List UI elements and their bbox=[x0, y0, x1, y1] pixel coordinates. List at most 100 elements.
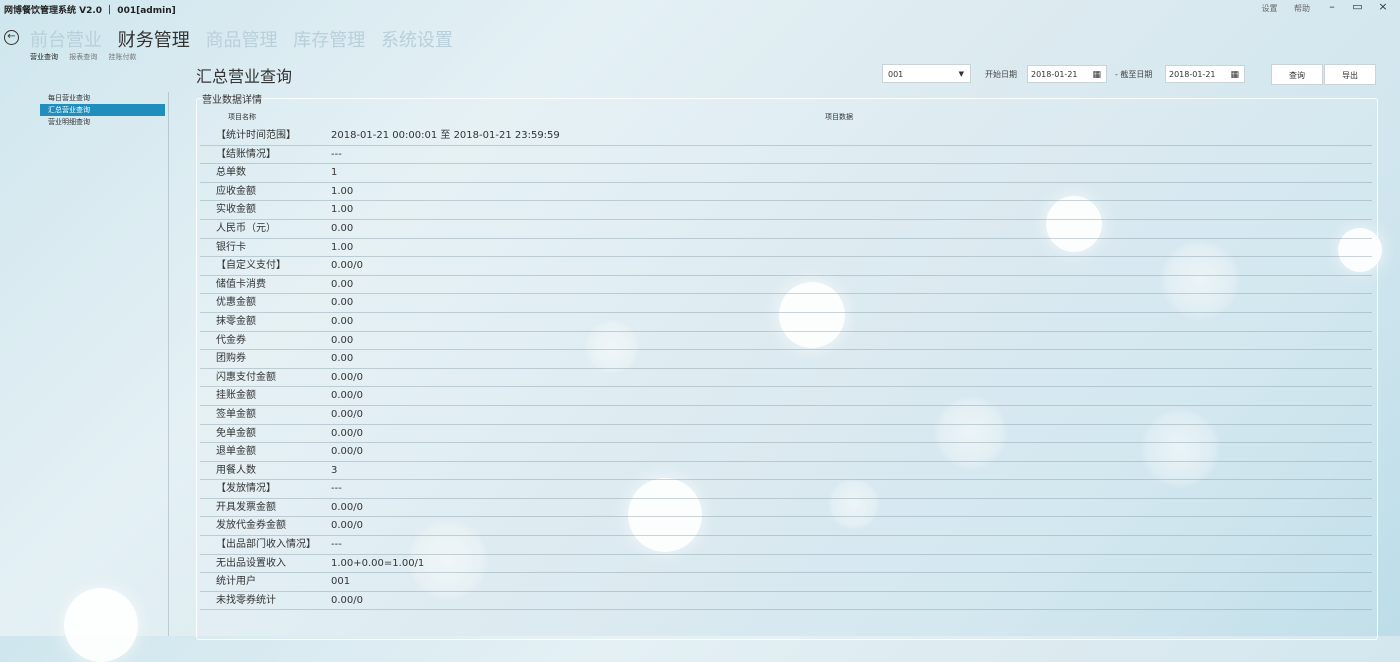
sidebar-item-detail[interactable]: 营业明细查询 bbox=[40, 116, 165, 128]
table-row: 统计用户 001 bbox=[200, 573, 1372, 592]
bokeh-decoration bbox=[64, 588, 138, 662]
main-tab-settings[interactable]: 系统设置 bbox=[381, 30, 453, 51]
window-controls: – ▭ × bbox=[1321, 0, 1394, 13]
row-item-value: --- bbox=[331, 148, 342, 160]
main-tab-inventory[interactable]: 库存管理 bbox=[293, 30, 365, 51]
column-header-value: 项目数据 bbox=[825, 113, 853, 121]
table-row: 【发放情况】 --- bbox=[200, 480, 1372, 499]
row-item-name: 退单金额 bbox=[216, 446, 256, 458]
table-row: 闪惠支付金额 0.00/0 bbox=[200, 369, 1372, 388]
sidebar: 每日营业查询 汇总营业查询 营业明细查询 bbox=[40, 92, 165, 128]
calendar-icon[interactable]: ▦ bbox=[1092, 66, 1101, 84]
main-tab-products[interactable]: 商品管理 bbox=[205, 30, 277, 51]
row-item-value: 0.00/0 bbox=[331, 446, 363, 458]
row-item-value: --- bbox=[331, 539, 342, 551]
table-row: 优惠金额 0.00 bbox=[200, 294, 1372, 313]
row-item-name: 用餐人数 bbox=[216, 464, 256, 476]
main-tab-finance[interactable]: 财务管理 bbox=[118, 30, 190, 51]
row-item-value: 0.00/0 bbox=[331, 501, 363, 513]
row-item-value: 3 bbox=[331, 464, 338, 476]
row-item-value: 0.00/0 bbox=[331, 408, 363, 420]
table-row: 免单金额 0.00/0 bbox=[200, 425, 1372, 444]
row-item-name: 抹零金额 bbox=[216, 315, 256, 327]
row-item-name: 【发放情况】 bbox=[216, 483, 276, 495]
row-item-name: 人民币（元） bbox=[216, 222, 276, 234]
chevron-down-icon: ▼ bbox=[958, 70, 964, 78]
row-item-value: 0.00/0 bbox=[331, 427, 363, 439]
column-header-name: 项目名称 bbox=[228, 113, 256, 121]
settings-link[interactable]: 设置 bbox=[1261, 4, 1277, 13]
store-select[interactable]: 001 ▼ bbox=[882, 64, 971, 83]
row-item-value: 0.00/0 bbox=[331, 371, 363, 383]
calendar-icon[interactable]: ▦ bbox=[1230, 66, 1239, 84]
row-item-value: 2018-01-21 00:00:01 至 2018-01-21 23:59:5… bbox=[331, 130, 560, 141]
table-row: 无出品设置收入 1.00+0.00=1.00/1 bbox=[200, 555, 1372, 574]
row-item-value: 001 bbox=[331, 576, 351, 588]
table-row: 团购券 0.00 bbox=[200, 350, 1372, 369]
sub-tab-report-query[interactable]: 报表查询 bbox=[69, 53, 97, 61]
row-item-name: 【统计时间范围】 bbox=[216, 130, 296, 141]
row-item-name: 【结账情况】 bbox=[216, 148, 276, 160]
sub-tab-sales-query[interactable]: 营业查询 bbox=[30, 53, 58, 61]
table-header: 项目名称 项目数据 bbox=[200, 112, 1372, 124]
end-date-value: 2018-01-21 bbox=[1169, 70, 1216, 79]
start-date-field[interactable]: 2018-01-21 ▦ bbox=[1027, 65, 1107, 83]
start-date-value: 2018-01-21 bbox=[1031, 70, 1078, 79]
sidebar-item-daily[interactable]: 每日营业查询 bbox=[40, 92, 165, 104]
row-item-name: 【自定义支付】 bbox=[216, 260, 286, 272]
row-item-name: 储值卡消费 bbox=[216, 278, 266, 290]
table-row: 用餐人数 3 bbox=[200, 462, 1372, 481]
sub-tab-credit-payment[interactable]: 挂账付款 bbox=[108, 53, 136, 61]
table-row: 代金券 0.00 bbox=[200, 332, 1372, 351]
back-arrow-icon[interactable]: ← bbox=[4, 30, 19, 45]
row-item-value: 1.00 bbox=[331, 185, 354, 197]
close-icon[interactable]: × bbox=[1372, 0, 1394, 13]
row-item-name: 实收金额 bbox=[216, 204, 256, 216]
table-row: 退单金额 0.00/0 bbox=[200, 443, 1372, 462]
row-item-value: 0.00/0 bbox=[331, 594, 363, 606]
row-item-name: 未找零券统计 bbox=[216, 594, 276, 606]
app-title: 网博餐饮管理系统 V2.0 ｜ 001[admin] bbox=[4, 6, 176, 16]
row-item-value: 0.00/0 bbox=[331, 390, 363, 402]
row-item-value: 0.00/0 bbox=[331, 520, 363, 532]
table-row: 【统计时间范围】 2018-01-21 00:00:01 至 2018-01-21… bbox=[200, 127, 1372, 146]
end-date-field[interactable]: 2018-01-21 ▦ bbox=[1165, 65, 1245, 83]
minimize-icon[interactable]: – bbox=[1321, 0, 1343, 13]
table-row: 银行卡 1.00 bbox=[200, 239, 1372, 258]
row-item-name: 总单数 bbox=[216, 167, 246, 179]
sidebar-item-summary[interactable]: 汇总营业查询 bbox=[40, 104, 165, 116]
data-table: 【统计时间范围】 2018-01-21 00:00:01 至 2018-01-21… bbox=[200, 127, 1372, 611]
table-row: 实收金额 1.00 bbox=[200, 201, 1372, 220]
table-row: 挂账金额 0.00/0 bbox=[200, 387, 1372, 406]
row-item-name: 无出品设置收入 bbox=[216, 557, 286, 569]
table-row: 抹零金额 0.00 bbox=[200, 313, 1372, 332]
table-row: 储值卡消费 0.00 bbox=[200, 276, 1372, 295]
help-link[interactable]: 帮助 bbox=[1294, 4, 1310, 13]
row-item-value: --- bbox=[331, 483, 342, 495]
panel-legend: 营业数据详情 bbox=[202, 95, 262, 106]
row-item-value: 1.00 bbox=[331, 204, 354, 216]
row-item-value: 0.00 bbox=[331, 222, 354, 234]
sub-nav: 营业查询 报表查询 挂账付款 bbox=[30, 52, 145, 62]
table-row: 未找零券统计 0.00/0 bbox=[200, 592, 1372, 611]
table-row: 总单数 1 bbox=[200, 164, 1372, 183]
page-title: 汇总营业查询 bbox=[196, 67, 293, 86]
row-item-name: 优惠金额 bbox=[216, 297, 256, 309]
query-button[interactable]: 查询 bbox=[1271, 64, 1323, 85]
row-item-name: 【出品部门收入情况】 bbox=[216, 539, 316, 551]
row-item-name: 免单金额 bbox=[216, 427, 256, 439]
row-item-name: 发放代金券金额 bbox=[216, 520, 286, 532]
row-item-name: 代金券 bbox=[216, 334, 246, 346]
start-date-label: 开始日期 bbox=[985, 70, 1017, 79]
row-item-value: 0.00 bbox=[331, 334, 354, 346]
row-item-value: 1.00+0.00=1.00/1 bbox=[331, 557, 425, 569]
main-tab-front[interactable]: 前台营业 bbox=[30, 30, 102, 51]
export-button[interactable]: 导出 bbox=[1324, 64, 1376, 85]
restore-icon[interactable]: ▭ bbox=[1347, 0, 1369, 13]
row-item-name: 银行卡 bbox=[216, 241, 246, 253]
row-item-value: 0.00 bbox=[331, 315, 354, 327]
top-links: 设置 帮助 bbox=[1247, 3, 1310, 14]
row-item-name: 闪惠支付金额 bbox=[216, 371, 276, 383]
row-item-name: 团购券 bbox=[216, 353, 246, 365]
table-row: 人民币（元） 0.00 bbox=[200, 220, 1372, 239]
